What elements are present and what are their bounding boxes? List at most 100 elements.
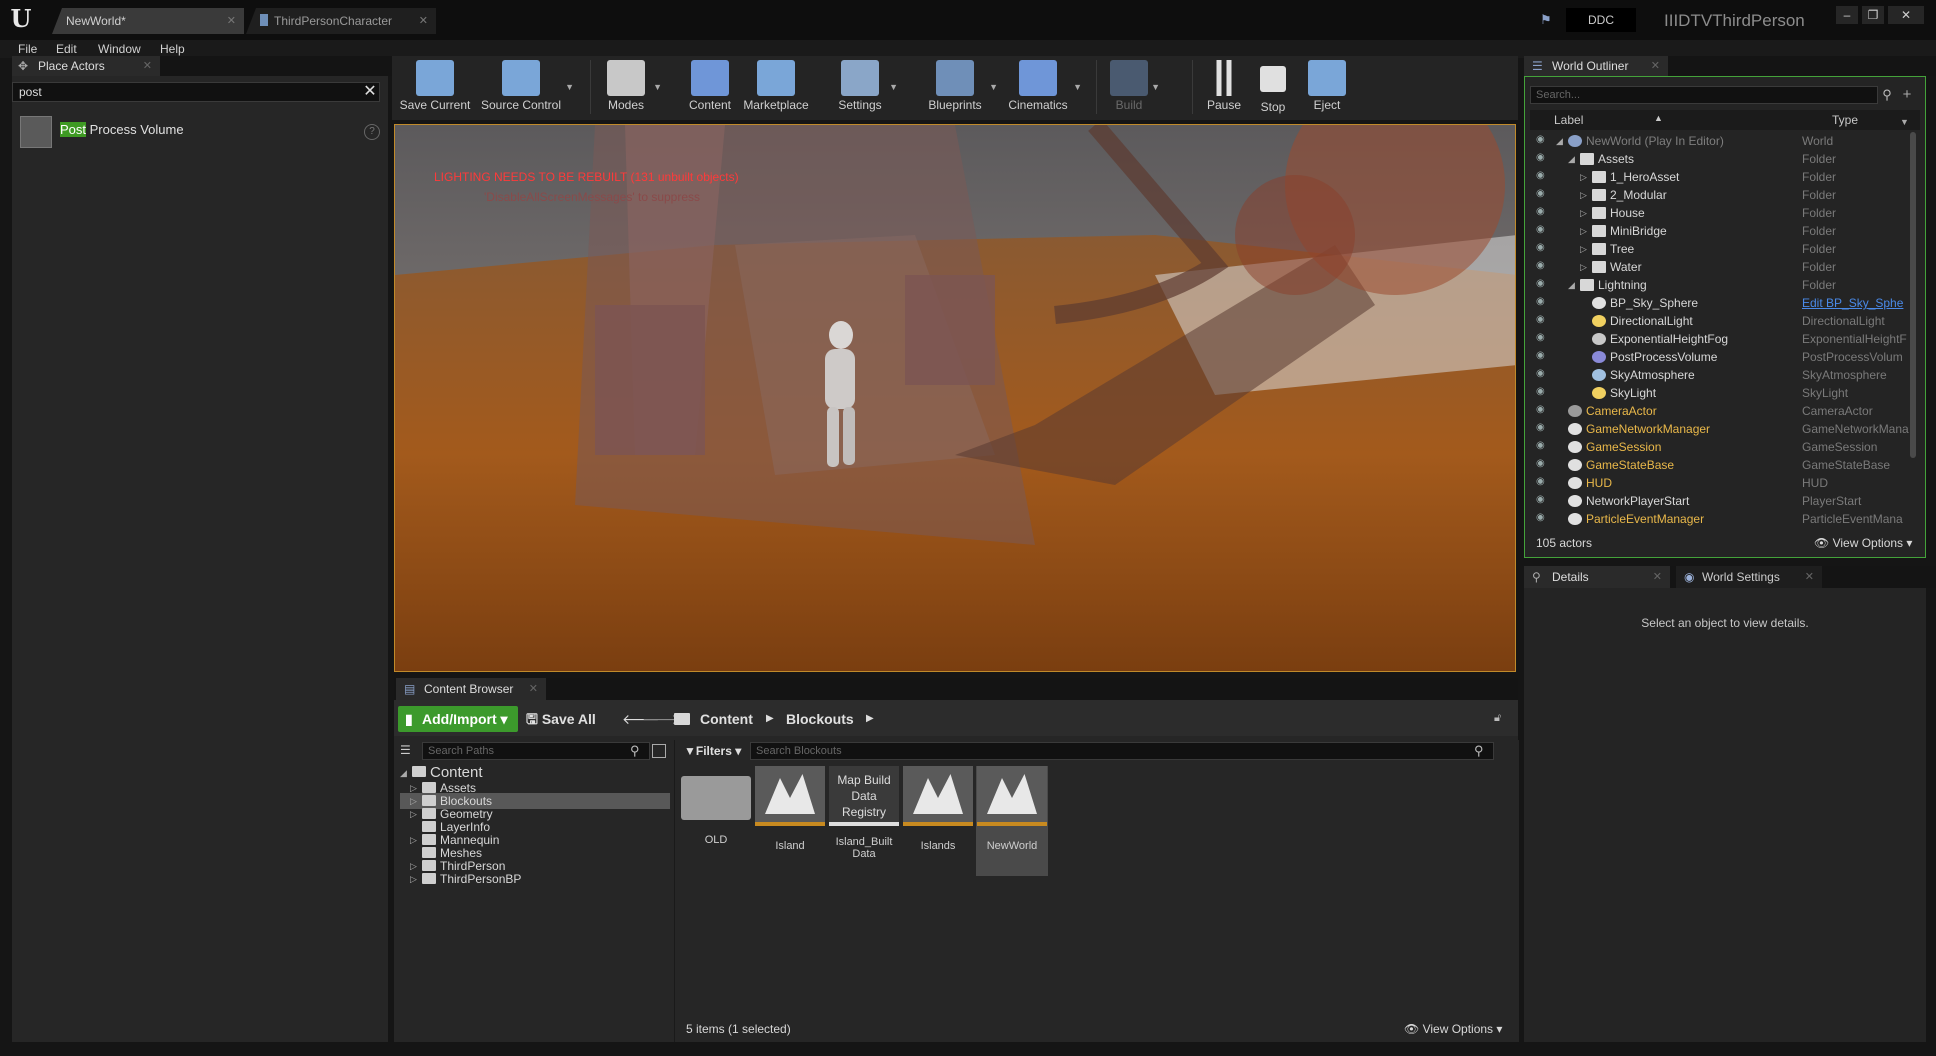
clear-search-icon[interactable]: ✕ <box>360 82 380 102</box>
outliner-row[interactable]: ◉ ▷ MiniBridge Folder <box>1530 222 1910 240</box>
visibility-eye-icon[interactable]: ◉ <box>1536 134 1548 146</box>
expander-arrow-icon[interactable]: ▷ <box>1580 258 1587 276</box>
breadcrumb-content[interactable]: Content <box>700 708 753 730</box>
dropdown-arrow-icon[interactable]: ▼ <box>989 82 998 92</box>
expander-arrow-icon[interactable]: ◢ <box>1568 150 1575 168</box>
tab-third-person-character[interactable]: ThirdPersonCharacter ✕ <box>246 8 436 34</box>
expander-arrow-icon[interactable]: ▷ <box>1580 222 1587 240</box>
search-icon[interactable]: ⚲ <box>1474 742 1492 760</box>
asset-tile[interactable]: NewWorld <box>976 766 1048 876</box>
eject-button[interactable]: Eject <box>1308 58 1346 114</box>
visibility-eye-icon[interactable]: ◉ <box>1536 296 1548 308</box>
dropdown-arrow-icon[interactable]: ▼ <box>565 82 574 92</box>
paths-toggle-icon[interactable]: ☰ <box>400 743 416 759</box>
tab-details[interactable]: ⚲ Details ✕ <box>1524 566 1670 588</box>
content-button[interactable]: Content <box>684 58 736 114</box>
visibility-eye-icon[interactable]: ◉ <box>1536 386 1548 398</box>
notification-flag-icon[interactable]: ⚑ <box>1540 12 1558 28</box>
outliner-row[interactable]: ◉ ▷ House Folder <box>1530 204 1910 222</box>
outliner-row[interactable]: ◉ DirectionalLight DirectionalLight <box>1530 312 1910 330</box>
filters-button[interactable]: ▼Filters ▾ <box>684 742 744 760</box>
outliner-row[interactable]: ◉ ◢ Assets Folder <box>1530 150 1910 168</box>
visibility-eye-icon[interactable]: ◉ <box>1536 260 1548 272</box>
outliner-row[interactable]: ◉ SkyLight SkyLight <box>1530 384 1910 402</box>
cinematics-button[interactable]: Cinematics ▼ <box>1006 58 1082 114</box>
build-button[interactable]: Build ▼ <box>1110 58 1160 114</box>
blueprints-button[interactable]: Blueprints ▼ <box>924 58 998 114</box>
help-icon[interactable]: ? <box>364 124 380 140</box>
outliner-row[interactable]: ◉ ▷ Water Folder <box>1530 258 1910 276</box>
save-current-button[interactable]: Save Current <box>398 58 472 114</box>
paths-search-input[interactable]: Search Paths <box>422 742 650 760</box>
save-all-button[interactable]: 🖫︎ Save All <box>526 706 596 732</box>
asset-tile[interactable]: Map Build Data Registry Island_BuiltData <box>828 766 900 876</box>
visibility-eye-icon[interactable]: ◉ <box>1536 494 1548 506</box>
lock-icon[interactable]: 🔓︎ <box>1494 712 1508 726</box>
outliner-row[interactable]: ◉ GameStateBase GameStateBase <box>1530 456 1910 474</box>
visibility-eye-icon[interactable]: ◉ <box>1536 404 1548 416</box>
outliner-row[interactable]: ◉ ParticleEventManager ParticleEventMana <box>1530 510 1910 528</box>
visibility-eye-icon[interactable]: ◉ <box>1536 440 1548 452</box>
place-actors-search-input[interactable]: post <box>12 82 380 102</box>
outliner-row[interactable]: ◉ HUD HUD <box>1530 474 1910 492</box>
outliner-row[interactable]: ◉ GameNetworkManager GameNetworkMana <box>1530 420 1910 438</box>
outliner-row[interactable]: ◉ BP_Sky_Sphere Edit BP_Sky_Sphe <box>1530 294 1910 312</box>
minimize-button[interactable]: – <box>1836 6 1858 24</box>
search-icon[interactable]: ⚲ <box>1878 86 1896 104</box>
forward-arrow-icon[interactable]: 🡒 <box>642 708 680 730</box>
back-arrow-icon[interactable]: 🡐 <box>622 708 660 730</box>
unreal-logo-icon[interactable]: U <box>8 6 34 32</box>
outliner-row[interactable]: ◉ ▷ 2_Modular Folder <box>1530 186 1910 204</box>
expander-arrow-icon[interactable]: ▷ <box>1580 168 1587 186</box>
outliner-row[interactable]: ◉ NetworkPlayerStart PlayerStart <box>1530 492 1910 510</box>
expander-arrow-icon[interactable]: ▷ <box>1580 186 1587 204</box>
visibility-eye-icon[interactable]: ◉ <box>1536 512 1548 524</box>
close-icon[interactable]: ✕ <box>1805 566 1814 588</box>
add-import-button[interactable]: ▮ Add/Import ▾ <box>398 706 518 732</box>
expander-arrow-icon[interactable]: ▷ <box>1580 240 1587 258</box>
visibility-eye-icon[interactable]: ◉ <box>1536 422 1548 434</box>
outliner-row[interactable]: ◉ CameraActor CameraActor <box>1530 402 1910 420</box>
visibility-eye-icon[interactable]: ◉ <box>1536 476 1548 488</box>
edit-blueprint-link[interactable]: Edit BP_Sky_Sphe <box>1802 294 1910 312</box>
assets-search-input[interactable]: Search Blockouts <box>750 742 1494 760</box>
tab-content-browser[interactable]: ▤ Content Browser ✕ <box>396 678 546 700</box>
outliner-search-input[interactable]: Search... <box>1530 86 1878 104</box>
asset-tile[interactable]: Islands <box>902 766 974 876</box>
pause-button[interactable]: Pause <box>1204 58 1244 114</box>
outliner-row[interactable]: ◉ ▷ 1_HeroAsset Folder <box>1530 168 1910 186</box>
column-dropdown-icon[interactable]: ▼ <box>1900 112 1909 132</box>
asset-tile[interactable]: OLD <box>680 766 752 876</box>
level-viewport[interactable] <box>394 124 1516 672</box>
folder-tree-item-thirdpersonbp[interactable]: ▷ ThirdPersonBP <box>400 871 670 887</box>
expander-arrow-icon[interactable]: ▷ <box>1580 204 1587 222</box>
close-icon[interactable]: ✕ <box>529 678 538 700</box>
close-icon[interactable]: ✕ <box>1651 56 1660 76</box>
source-control-button[interactable]: Source Control ▼ <box>480 58 574 114</box>
maximize-button[interactable]: ❐ <box>1862 6 1884 24</box>
expander-arrow-icon[interactable]: ◢ <box>1556 132 1563 150</box>
breadcrumb-blockouts[interactable]: Blockouts <box>786 708 854 730</box>
outliner-row[interactable]: ◉ ◢ NewWorld (Play In Editor) World <box>1530 132 1910 150</box>
column-type[interactable]: Type <box>1832 110 1858 130</box>
visibility-eye-icon[interactable]: ◉ <box>1536 332 1548 344</box>
visibility-eye-icon[interactable]: ◉ <box>1536 152 1548 164</box>
tab-world-outliner[interactable]: ☰ World Outliner ✕ <box>1524 56 1668 76</box>
settings-button[interactable]: Settings ▼ <box>834 58 898 114</box>
dropdown-arrow-icon[interactable]: ▼ <box>1073 82 1082 92</box>
close-icon[interactable]: ✕ <box>419 8 428 34</box>
close-window-button[interactable]: ✕ <box>1888 6 1924 24</box>
tab-newworld[interactable]: NewWorld* ✕ <box>52 8 244 34</box>
breadcrumb-separator-icon[interactable]: ▶ <box>866 708 874 730</box>
outliner-view-options[interactable]: 👁︎ View Options ▾ <box>1814 536 1912 550</box>
visibility-eye-icon[interactable]: ◉ <box>1536 278 1548 290</box>
outliner-row[interactable]: ◉ SkyAtmosphere SkyAtmosphere <box>1530 366 1910 384</box>
column-label[interactable]: Label <box>1554 110 1583 130</box>
content-view-options[interactable]: 👁︎ View Options ▾ <box>1404 1022 1502 1036</box>
outliner-row[interactable]: ◉ PostProcessVolume PostProcessVolum <box>1530 348 1910 366</box>
outliner-row[interactable]: ◉ ExponentialHeightFog ExponentialHeightF <box>1530 330 1910 348</box>
visibility-eye-icon[interactable]: ◉ <box>1536 458 1548 470</box>
add-actor-icon[interactable]: + <box>1898 86 1916 104</box>
search-icon[interactable]: ⚲ <box>630 742 648 760</box>
visibility-eye-icon[interactable]: ◉ <box>1536 206 1548 218</box>
